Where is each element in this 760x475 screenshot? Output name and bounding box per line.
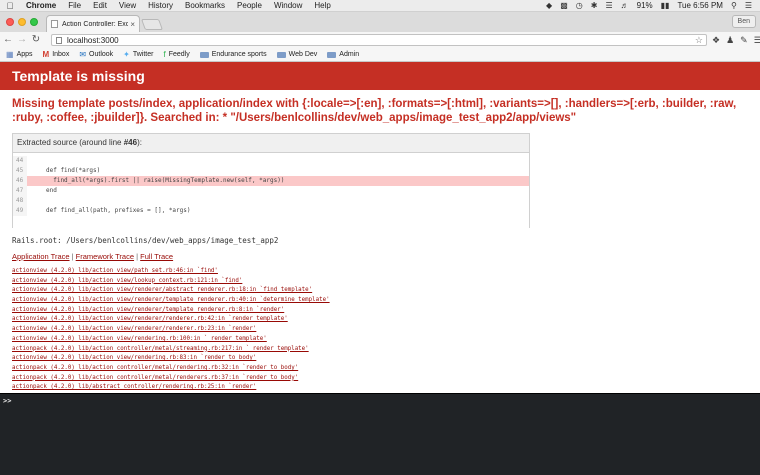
dropbox-icon[interactable]: ◆ xyxy=(546,1,552,10)
trace-line[interactable]: actionview (4.2.0) lib/action_view/path_… xyxy=(12,267,330,277)
twitter-icon: ✦ xyxy=(123,50,130,59)
application-trace-link[interactable]: Application Trace xyxy=(12,252,70,261)
code-line: 49 def find_all(path, prefixes = [], *arg… xyxy=(13,206,529,216)
menu-file[interactable]: File xyxy=(62,1,87,10)
full-trace-link[interactable]: Full Trace xyxy=(140,252,173,261)
trace-line[interactable]: actionview (4.2.0) lib/action_view/rende… xyxy=(12,325,330,335)
apps-grid-icon: ▦ xyxy=(6,50,14,59)
trace-line[interactable]: actionview (4.2.0) lib/action_view/rende… xyxy=(12,286,330,296)
rails-root: Rails.root: /Users/benlcollins/dev/web_a… xyxy=(12,236,279,245)
apple-menu-icon[interactable]:  xyxy=(0,1,20,11)
volume-icon[interactable]: ♬ xyxy=(621,1,629,10)
menu-hamburger-icon[interactable]: ☰ xyxy=(754,35,760,46)
menu-chrome[interactable]: Chrome xyxy=(20,1,62,10)
trace-line[interactable]: actionview (4.2.0) lib/action_view/rende… xyxy=(12,315,330,325)
menubar-status-area: ◆ ▩ ◷ ✱ ☰ ♬ 91% ▮▮ Tue 6:56 PM ⚲ ☰ xyxy=(546,1,760,10)
folder-icon xyxy=(199,51,209,58)
outlook-icon: ✉ xyxy=(79,50,87,59)
extension-icon[interactable]: ❖ xyxy=(712,35,720,46)
battery-percent: 91% xyxy=(636,1,653,10)
trace-line[interactable]: actionpack (4.2.0) lib/abstract_controll… xyxy=(12,383,330,393)
menu-people[interactable]: People xyxy=(231,1,268,10)
folder-icon xyxy=(327,51,337,58)
spotlight-search-icon[interactable]: ⚲ xyxy=(731,1,737,10)
extension-icons: ❖ ♟ ✎ ☰ xyxy=(712,32,760,48)
extracted-source-panel: Extracted source (around line #46): 44 4… xyxy=(12,133,530,228)
extracted-source-title: Extracted source (around line #46): xyxy=(17,138,142,147)
new-tab-button[interactable] xyxy=(140,19,164,30)
trace-line[interactable]: actionview (4.2.0) lib/action_view/looku… xyxy=(12,277,330,287)
framework-trace-link[interactable]: Framework Trace xyxy=(76,252,134,261)
menu-bookmarks[interactable]: Bookmarks xyxy=(179,1,231,10)
bookmark-twitter[interactable]: ✦ Twitter xyxy=(123,50,153,59)
notification-center-icon[interactable]: ☰ xyxy=(745,1,752,10)
wifi-icon[interactable]: ☰ xyxy=(605,1,612,10)
bookmark-star-icon[interactable]: ☆ xyxy=(695,35,703,46)
code-line: 48 xyxy=(13,196,529,206)
error-message: Missing template posts/index, applicatio… xyxy=(12,98,737,124)
source-code: 44 45 def find(*args) 46 find_all(*args).… xyxy=(13,152,529,228)
battery-icon[interactable]: ▮▮ xyxy=(661,1,670,10)
close-window-button[interactable] xyxy=(6,18,14,26)
code-line: 44 xyxy=(13,156,529,166)
reload-icon[interactable]: ↻ xyxy=(30,32,42,48)
menu-view[interactable]: View xyxy=(113,1,142,10)
trace-line[interactable]: actionview (4.2.0) lib/action_view/rende… xyxy=(12,354,330,364)
menu-window[interactable]: Window xyxy=(268,1,308,10)
close-tab-icon[interactable]: × xyxy=(130,20,135,29)
code-line-highlighted: 46 find_all(*args).first || raise(Missin… xyxy=(13,176,529,186)
folder-icon xyxy=(276,51,286,58)
bookmarks-bar: ▦ Apps M Inbox ✉ Outlook ✦ Twitter f Feedly E… xyxy=(0,48,760,62)
minimize-window-button[interactable] xyxy=(18,18,26,26)
macos-menu-bar:  Chrome File Edit View History Bookmark… xyxy=(0,0,760,12)
eyedropper-icon[interactable]: ✎ xyxy=(740,35,748,46)
zoom-window-button[interactable] xyxy=(30,18,38,26)
menu-help[interactable]: Help xyxy=(308,1,336,10)
gmail-icon: M xyxy=(42,50,50,59)
page-info-icon[interactable] xyxy=(56,36,62,44)
bluetooth-icon[interactable]: ✱ xyxy=(591,1,598,10)
clock[interactable]: Tue 6:56 PM xyxy=(677,1,723,10)
feedly-icon: f xyxy=(163,50,166,59)
code-line: 47 end xyxy=(13,186,529,196)
bookmark-outlook[interactable]: ✉ Outlook xyxy=(79,50,113,59)
page-favicon-icon xyxy=(51,20,58,28)
evernote-icon[interactable]: ♟ xyxy=(726,35,734,46)
console-prompt: >> xyxy=(3,397,12,405)
trace-list: actionview (4.2.0) lib/action_view/path_… xyxy=(12,267,330,393)
address-bar[interactable]: localhost:3000 ☆ xyxy=(51,34,707,46)
url-text[interactable]: localhost:3000 xyxy=(67,36,119,45)
back-arrow-icon[interactable]: ← xyxy=(2,32,14,48)
profile-button[interactable]: Ben xyxy=(731,15,756,28)
window-controls xyxy=(6,18,38,26)
source-line-number: #46 xyxy=(123,138,138,147)
bookmark-folder-admin[interactable]: Admin xyxy=(327,51,359,58)
trace-line[interactable]: actionview (4.2.0) lib/action_view/rende… xyxy=(12,335,330,345)
tray-icon[interactable]: ▩ xyxy=(560,1,568,10)
browser-toolbar: ← → ↻ localhost:3000 ☆ ❖ ♟ ✎ ☰ xyxy=(0,32,760,48)
trace-line[interactable]: actionpack (4.2.0) lib/action_controller… xyxy=(12,364,330,374)
bookmark-folder-webdev[interactable]: Web Dev xyxy=(276,51,317,58)
trace-line[interactable]: actionpack (4.2.0) lib/action_controller… xyxy=(12,374,330,384)
page-title: Template is missing xyxy=(0,62,760,90)
bookmark-apps[interactable]: ▦ Apps xyxy=(6,50,33,59)
bookmark-inbox[interactable]: M Inbox xyxy=(43,50,70,59)
menu-history[interactable]: History xyxy=(142,1,179,10)
tab-title: Action Controller: Exceptio xyxy=(62,20,129,28)
trace-line[interactable]: actionpack (4.2.0) lib/action_controller… xyxy=(12,345,330,355)
timemachine-icon[interactable]: ◷ xyxy=(576,1,583,10)
trace-line[interactable]: actionview (4.2.0) lib/action_view/rende… xyxy=(12,306,330,316)
trace-links: Application Trace | Framework Trace | Fu… xyxy=(12,252,174,261)
menu-edit[interactable]: Edit xyxy=(87,1,113,10)
trace-line[interactable]: actionview (4.2.0) lib/action_view/rende… xyxy=(12,296,330,306)
bookmark-folder-endurance[interactable]: Endurance sports xyxy=(199,51,267,58)
browser-tab[interactable]: Action Controller: Exceptio × xyxy=(46,15,140,32)
tab-strip: Action Controller: Exceptio × Ben xyxy=(0,12,760,32)
bookmark-feedly[interactable]: f Feedly xyxy=(163,50,189,59)
web-console[interactable]: >> xyxy=(0,393,760,475)
forward-arrow-icon[interactable]: → xyxy=(16,32,28,48)
code-line: 45 def find(*args) xyxy=(13,166,529,176)
